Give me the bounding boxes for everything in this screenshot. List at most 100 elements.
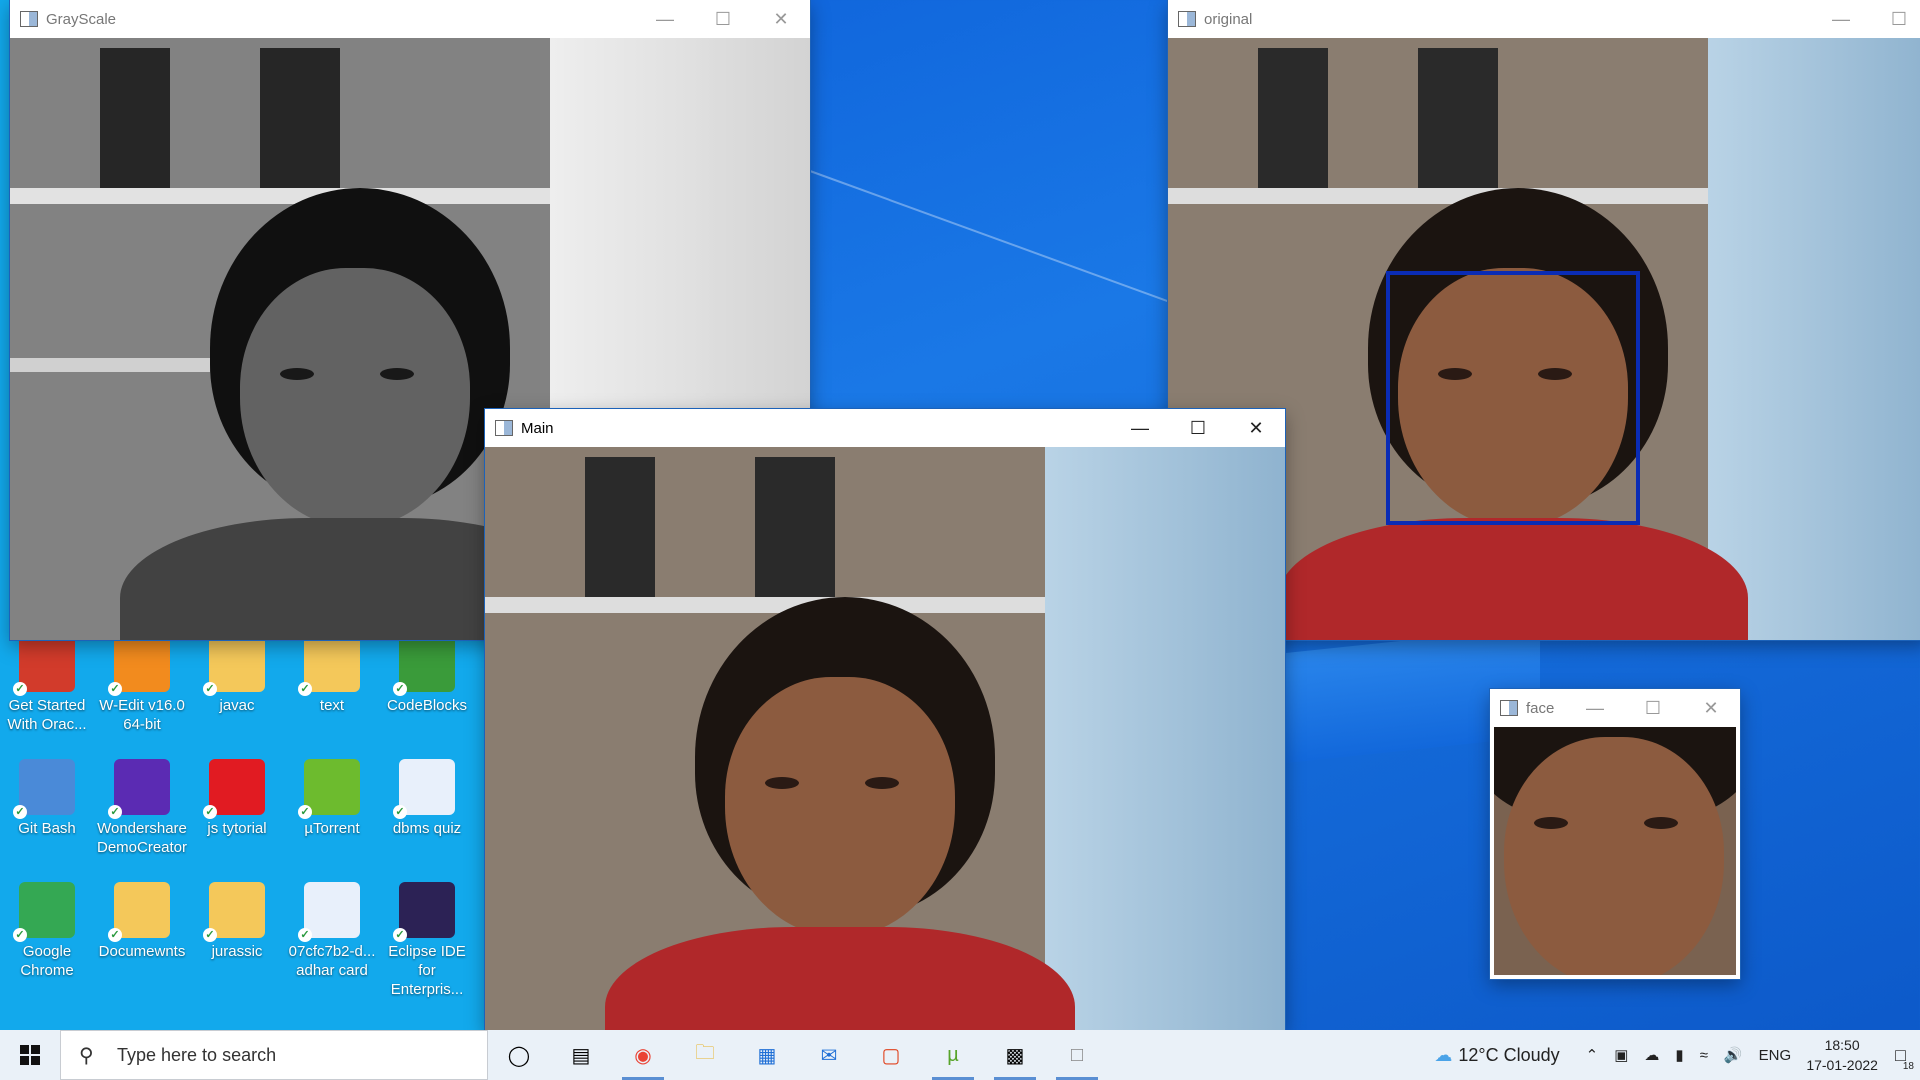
sync-check-icon: ✓ <box>108 928 122 942</box>
main-camera-frame <box>485 447 1285 1030</box>
folder-icon: ✓ <box>203 882 265 942</box>
face-titlebar[interactable]: face — ☐ ✕ <box>1490 689 1740 727</box>
minimize-button[interactable]: — <box>1111 409 1169 447</box>
chevron-up-icon[interactable]: ⌃ <box>1586 1046 1599 1064</box>
desktop-icon-label: jurassic <box>211 943 263 960</box>
language-indicator[interactable]: ENG <box>1759 1047 1792 1064</box>
search-icon: ⚲ <box>79 1044 94 1067</box>
taskbar-mail[interactable]: ✉ <box>798 1030 860 1080</box>
desktop-icon-label: Wondershare DemoCreator <box>96 820 188 856</box>
sync-check-icon: ✓ <box>108 682 122 696</box>
taskbar-utorrent[interactable]: µ <box>922 1030 984 1080</box>
desktop-icon-label: Google Chrome <box>20 943 74 979</box>
window-app-icon <box>1500 700 1518 716</box>
window-app-icon <box>1178 11 1196 27</box>
desktop-icon[interactable]: ✓ W-Edit v16.0 64-bit <box>95 636 189 734</box>
desktop-icon-label: 07cfc7b2-d... adhar card <box>288 943 376 979</box>
cortana-button[interactable]: ◯ <box>488 1030 550 1080</box>
minimize-button[interactable]: — <box>1812 0 1870 38</box>
notification-center-icon[interactable]: □ 18 <box>1895 1045 1914 1072</box>
original-titlebar[interactable]: original — ☐ <box>1168 0 1920 38</box>
desktop-icon[interactable]: ✓ text <box>285 636 379 715</box>
sync-check-icon: ✓ <box>393 805 407 819</box>
close-button[interactable]: ✕ <box>752 0 810 38</box>
edge-document-icon: ✓ <box>393 759 455 819</box>
office-icon: ▢ <box>881 1044 901 1067</box>
clock[interactable]: 18:50 17-01-2022 <box>1799 1035 1885 1075</box>
window-title: original <box>1204 10 1253 28</box>
minimize-button[interactable]: — <box>1566 689 1624 727</box>
desktop-icon-label: W-Edit v16.0 64-bit <box>99 697 185 733</box>
sync-check-icon: ✓ <box>203 928 217 942</box>
start-button[interactable] <box>0 1030 60 1080</box>
terminal-icon: ▩ <box>1005 1044 1025 1067</box>
weather-text[interactable]: 12°C Cloudy <box>1458 1045 1559 1066</box>
meet-now-icon[interactable]: ▣ <box>1614 1046 1628 1064</box>
taskbar-store[interactable]: ▦ <box>736 1030 798 1080</box>
desktop-icon[interactable]: ✓ 07cfc7b2-d... adhar card <box>285 882 379 980</box>
mail-icon: ✉ <box>820 1044 838 1067</box>
desktop-icon-label: javac <box>219 697 255 714</box>
taskbar: ⚲ Type here to search ◯ ▤ ◉ 🗀 ▦ ✉ ▢ µ ▩ … <box>0 1030 1920 1080</box>
minimize-button[interactable]: — <box>636 0 694 38</box>
desktop-icon[interactable]: ✓ Google Chrome <box>0 882 94 980</box>
taskbar-office[interactable]: ▢ <box>860 1030 922 1080</box>
desktop-icon[interactable]: ✓ CodeBlocks <box>380 636 474 715</box>
sync-check-icon: ✓ <box>298 805 312 819</box>
utorrent-icon: µ <box>947 1043 959 1066</box>
window-title: GrayScale <box>46 10 117 28</box>
desktop-icon[interactable]: ✓ Eclipse IDE for Enterpris... <box>380 882 474 999</box>
desktop-icon-label: Documewnts <box>98 943 186 960</box>
desktop-icon[interactable]: ✓ Documewnts <box>95 882 189 961</box>
battery-icon[interactable]: ▮ <box>1675 1046 1683 1064</box>
notepad-icon: □ <box>1070 1043 1084 1066</box>
taskbar-terminal[interactable]: ▩ <box>984 1030 1046 1080</box>
desktop-icon-label: js tytorial <box>207 820 267 837</box>
maximize-button[interactable]: ☐ <box>1870 0 1920 38</box>
maximize-button[interactable]: ☐ <box>1169 409 1227 447</box>
taskbar-search-box[interactable]: ⚲ Type here to search <box>60 1030 488 1080</box>
desktop-icon[interactable]: ✓ Git Bash <box>0 759 94 838</box>
desktop-icon[interactable]: ✓ µTorrent <box>285 759 379 838</box>
desktop-icon[interactable]: ✓ jurassic <box>190 882 284 961</box>
close-button[interactable]: ✕ <box>1227 409 1285 447</box>
sync-check-icon: ✓ <box>203 805 217 819</box>
folder-icon: ✓ <box>203 636 265 696</box>
desktop-icon[interactable]: ✓ Wondershare DemoCreator <box>95 759 189 857</box>
clock-date: 17-01-2022 <box>1806 1057 1878 1073</box>
clock-time: 18:50 <box>1824 1037 1860 1053</box>
taskbar-chrome[interactable]: ◉ <box>612 1030 674 1080</box>
volume-icon[interactable]: 🔊 <box>1724 1046 1743 1064</box>
maximize-button[interactable]: ☐ <box>694 0 752 38</box>
desktop-icon-label: Git Bash <box>18 820 76 837</box>
taskbar-notepad[interactable]: □ <box>1046 1030 1108 1080</box>
folder-icon: ✓ <box>108 882 170 942</box>
wifi-icon[interactable]: ≈ <box>1700 1047 1708 1064</box>
face-window[interactable]: face — ☐ ✕ <box>1490 689 1740 979</box>
wedit-icon: ✓ <box>108 636 170 696</box>
close-button[interactable]: ✕ <box>1682 689 1740 727</box>
democreator-icon: ✓ <box>108 759 170 819</box>
desktop-icon-label: Get Started With Orac... <box>7 697 87 733</box>
detected-face-box <box>1386 271 1640 525</box>
grayscale-titlebar[interactable]: GrayScale — ☐ ✕ <box>10 0 810 38</box>
main-window[interactable]: Main — ☐ ✕ <box>485 409 1285 1030</box>
maximize-button[interactable]: ☐ <box>1624 689 1682 727</box>
notification-count: 18 <box>1902 1060 1914 1072</box>
search-placeholder: Type here to search <box>117 1044 277 1065</box>
window-title: face <box>1526 699 1555 717</box>
chrome-icon: ✓ <box>13 882 75 942</box>
folder-icon: ✓ <box>298 636 360 696</box>
taskbar-file-explorer[interactable]: 🗀 <box>674 1030 736 1080</box>
main-titlebar[interactable]: Main — ☐ ✕ <box>485 409 1285 447</box>
weather-icon: ☁ <box>1434 1044 1453 1065</box>
onedrive-icon[interactable]: ☁ <box>1644 1046 1659 1064</box>
desktop-icon[interactable]: ✓ dbms quiz <box>380 759 474 838</box>
desktop-icon[interactable]: ✓ Get Started With Orac... <box>0 636 94 734</box>
sync-check-icon: ✓ <box>13 805 27 819</box>
desktop-icon[interactable]: ✓ js tytorial <box>190 759 284 838</box>
task-view-button[interactable]: ▤ <box>550 1030 612 1080</box>
utorrent-icon: ✓ <box>298 759 360 819</box>
system-tray: ☁ 12°C Cloudy ⌃ ▣ ☁ ▮ ≈ 🔊 ENG 18:50 17-0… <box>1434 1030 1920 1080</box>
desktop-icon[interactable]: ✓ javac <box>190 636 284 715</box>
